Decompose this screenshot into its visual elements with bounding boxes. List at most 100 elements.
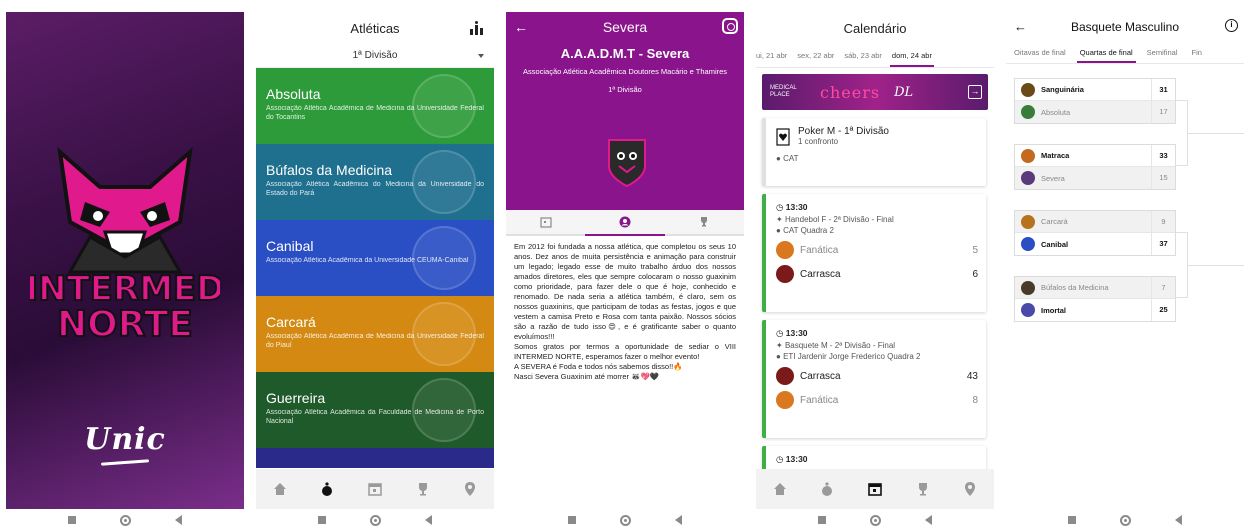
trophy-tab-icon[interactable] xyxy=(415,481,431,497)
trophy-tab-icon[interactable] xyxy=(915,481,931,497)
calendar-icon[interactable] xyxy=(540,216,552,228)
team-score: 9 xyxy=(1151,211,1175,232)
home-tab-icon[interactable] xyxy=(272,481,288,497)
home-icon[interactable] xyxy=(620,514,631,526)
recents-icon[interactable] xyxy=(318,516,326,524)
team-logo-icon xyxy=(1021,303,1035,317)
phase-tab[interactable]: Fin xyxy=(1192,48,1202,57)
system-nav-bar xyxy=(6,511,244,529)
event-card[interactable]: ◷ 13:30 ✦ Handebol F - 2ª Divisão - Fina… xyxy=(762,194,986,312)
event-time: 13:30 xyxy=(785,328,808,338)
recents-icon[interactable] xyxy=(1068,516,1076,524)
club-description: Associação Atlética Acadêmica da Faculda… xyxy=(266,409,484,425)
bracket-match[interactable]: Sanguinária 31 Absoluta 17 xyxy=(1014,78,1176,124)
team-name: Matraca xyxy=(1041,151,1070,160)
location-pin-icon: ● xyxy=(776,226,781,235)
bracket-team-row: Carcará 9 xyxy=(1015,211,1175,233)
trophy-icon[interactable] xyxy=(698,216,710,228)
ranking-icon[interactable] xyxy=(470,21,484,35)
open-link-icon[interactable]: → xyxy=(968,85,982,99)
team-logo-icon xyxy=(1021,214,1035,229)
system-nav-bar xyxy=(1006,511,1244,529)
sponsor-banner[interactable]: MEDICAL PLACE cheers DL → xyxy=(762,74,988,110)
event-card[interactable]: ◷ 13:30 ✦ Basquete M - 2ª Divisão - Fina… xyxy=(762,320,986,438)
event-time: 13:30 xyxy=(785,454,808,464)
event-title: Poker M - 1ª Divisão xyxy=(798,126,889,137)
team-name: Imortal xyxy=(1041,305,1067,315)
team-row: Fanática 5 xyxy=(776,241,978,259)
description-paragraph: Somos gratos por termos a oportunidade d… xyxy=(514,342,736,361)
account-circle-icon[interactable] xyxy=(619,216,631,228)
back-icon[interactable] xyxy=(425,515,432,525)
back-icon[interactable] xyxy=(1175,515,1182,525)
club-card[interactable]: Guerreira Associação Atlética Acadêmica d… xyxy=(256,372,494,448)
app-bar: ← Basquete Masculino i xyxy=(1006,12,1244,42)
phase-tab-selected[interactable]: Quartas de final xyxy=(1076,48,1136,63)
calendar-tab-icon[interactable] xyxy=(367,481,383,497)
calendar-tab-icon[interactable] xyxy=(867,481,883,497)
home-tab-icon[interactable] xyxy=(772,481,788,497)
map-pin-tab-icon[interactable] xyxy=(962,481,978,497)
bottom-tab-bar xyxy=(256,469,494,509)
club-division: 1ª Divisão xyxy=(608,85,642,94)
team-name: Sanguinária xyxy=(1041,85,1084,94)
bracket-match[interactable]: Búfalos da Medicina 7 Imortal 25 xyxy=(1014,276,1176,322)
team-score: 15 xyxy=(1151,167,1175,189)
back-arrow-icon[interactable]: ← xyxy=(514,19,528,35)
club-card-partial[interactable] xyxy=(256,448,494,468)
back-arrow-icon[interactable]: ← xyxy=(1014,19,1027,34)
playing-card-icon xyxy=(776,128,790,146)
phase-tabs: Oitavas de final Quartas de final Semifi… xyxy=(1006,42,1244,64)
recents-icon[interactable] xyxy=(818,516,826,524)
atleticas-tab-icon[interactable] xyxy=(819,481,835,497)
location-pin-icon: ● xyxy=(776,352,781,361)
team-logo-icon xyxy=(1021,148,1035,163)
day-tab-selected[interactable]: dom, 24 abr xyxy=(889,51,934,67)
screenshot-montage: INTERMED NORTE Unic Atléticas 1ª Divisão… xyxy=(0,0,1250,529)
event-place: CAT Quadra 2 xyxy=(783,226,834,235)
phase-tab[interactable]: Semifinal xyxy=(1147,48,1178,57)
team-score: 6 xyxy=(972,268,978,280)
home-icon[interactable] xyxy=(370,514,381,526)
info-icon[interactable]: i xyxy=(1225,19,1238,32)
club-description: Associação Atlética Acadêmica da Univers… xyxy=(266,257,469,264)
club-card[interactable]: Carcará Associação Atlética Acadêmica de … xyxy=(256,296,494,372)
home-icon[interactable] xyxy=(120,514,131,526)
event-card[interactable]: Poker M - 1ª Divisão 1 confronto ● CAT xyxy=(762,118,986,186)
home-icon[interactable] xyxy=(870,514,881,526)
event-title: Basquete M - 2ª Divisão - Final xyxy=(784,341,896,350)
division-select[interactable]: 1ª Divisão xyxy=(256,44,494,68)
club-detail-header: ← Severa A.A.A.D.M.T - Severa Associação… xyxy=(506,12,744,210)
back-icon[interactable] xyxy=(175,515,182,525)
chevron-down-icon xyxy=(478,54,484,58)
phase-tab[interactable]: Oitavas de final xyxy=(1014,48,1066,57)
club-fullname: Associação Atlética Acadêmica Doutores M… xyxy=(522,67,728,76)
banner-sponsor-right: DL xyxy=(894,84,914,100)
day-tab[interactable]: sex, 22 abr xyxy=(797,51,834,60)
map-pin-tab-icon[interactable] xyxy=(462,481,478,497)
club-card[interactable]: Canibal Associação Atlética Acadêmica da … xyxy=(256,220,494,296)
bracket-connector xyxy=(1188,133,1244,134)
day-tab[interactable]: ui, 21 abr xyxy=(756,51,787,60)
instagram-icon[interactable] xyxy=(722,18,738,34)
page-title: Atléticas xyxy=(350,20,400,36)
day-tab[interactable]: sáb, 23 abr xyxy=(844,51,882,60)
recents-icon[interactable] xyxy=(568,516,576,524)
team-score: 37 xyxy=(1151,233,1175,255)
bracket-match[interactable]: Matraca 33 Severa 15 xyxy=(1014,144,1176,190)
club-card[interactable]: Absoluta Associação Atlética Acadêmica de… xyxy=(256,68,494,144)
back-icon[interactable] xyxy=(675,515,682,525)
team-name: Carcará xyxy=(1041,217,1068,226)
event-place: ETI Jardenir Jorge Frederico Quadra 2 xyxy=(783,352,921,361)
bracket-team-row: Matraca 33 xyxy=(1015,145,1175,167)
unic-brand-logo: Unic xyxy=(84,422,166,457)
team-name: Absoluta xyxy=(1041,107,1071,117)
bracket-match[interactable]: Carcará 9 Canibal 37 xyxy=(1014,210,1176,256)
back-icon[interactable] xyxy=(925,515,932,525)
home-icon[interactable] xyxy=(1120,514,1131,526)
atleticas-tab-icon[interactable] xyxy=(319,481,335,497)
recents-icon[interactable] xyxy=(68,516,76,524)
team-logo-icon xyxy=(1021,280,1035,295)
bracket-team-row: Severa 15 xyxy=(1015,167,1175,189)
club-card[interactable]: Búfalos da Medicina Associação Atlética A… xyxy=(256,144,494,220)
